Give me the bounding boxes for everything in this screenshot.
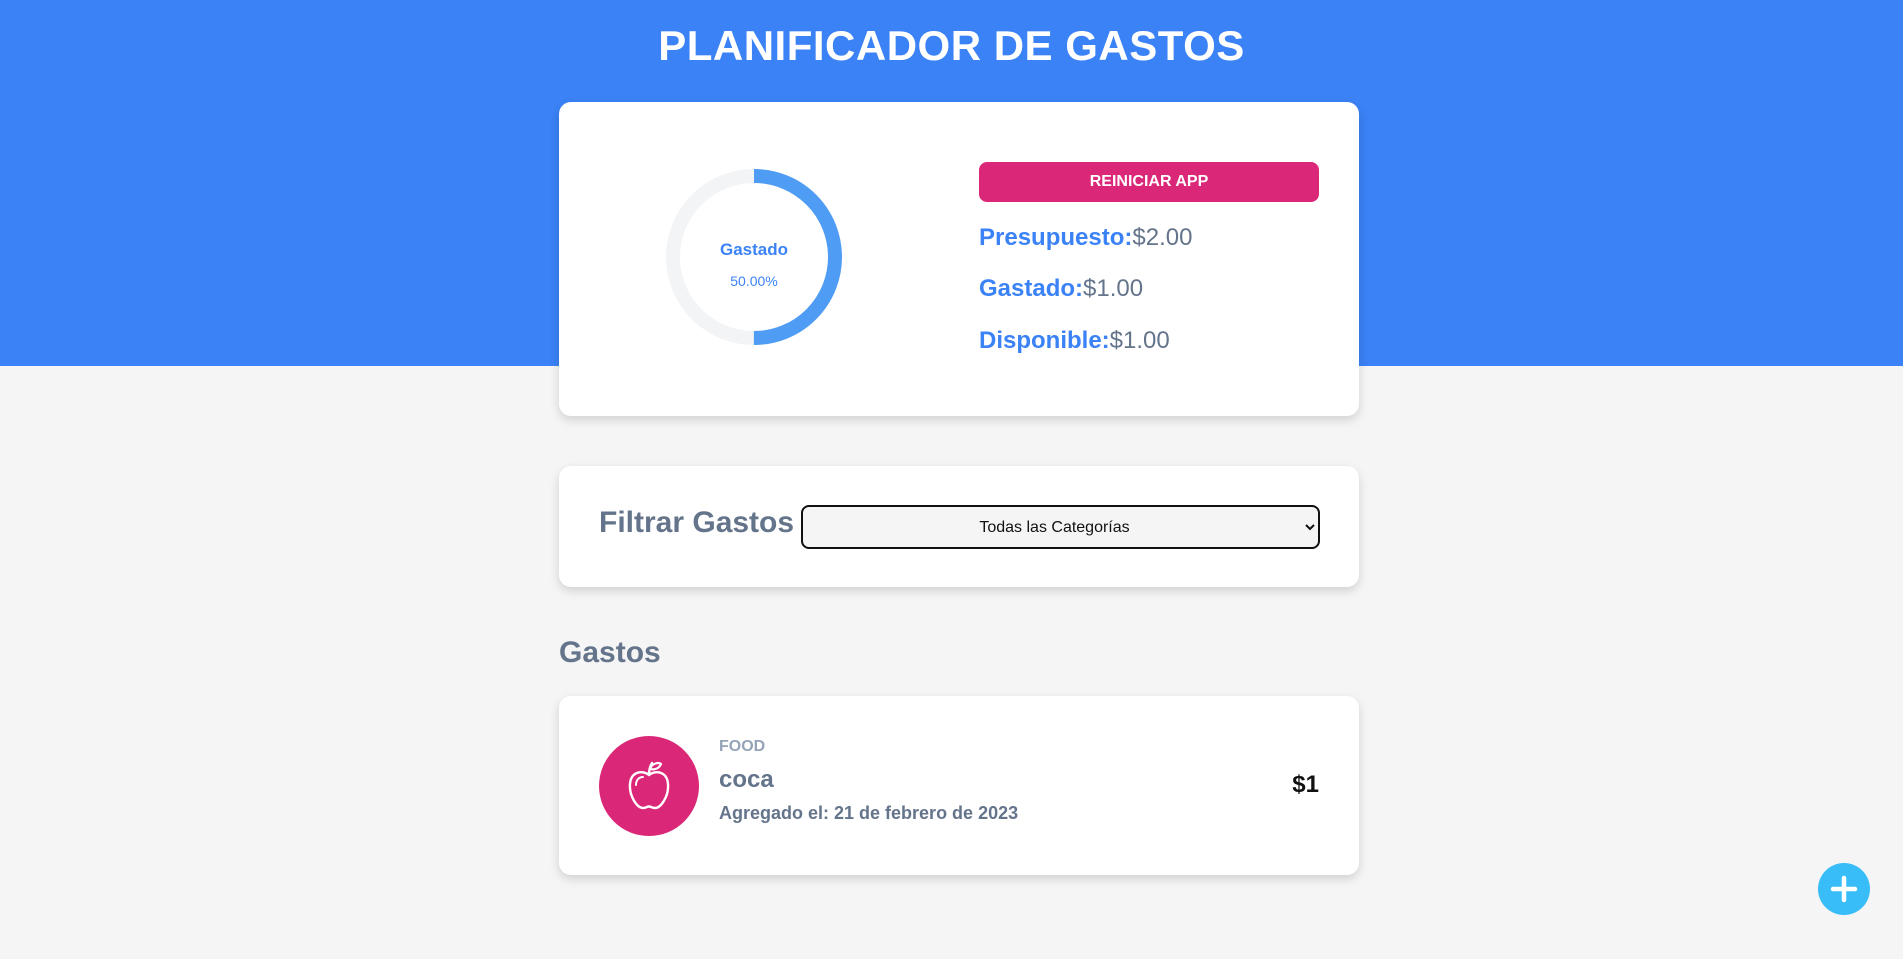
filter-card: Filtrar Gastos Todas las Categorías: [559, 466, 1359, 587]
app-title: PLANIFICADOR DE GASTOS: [658, 22, 1245, 69]
stat-budget: Presupuesto:$2.00: [979, 224, 1192, 252]
progress-percent: 50.00%: [730, 273, 778, 289]
expense-date: Agregado el: 21 de febrero de 2023: [719, 803, 1019, 823]
stat-available: Disponible:$1.00: [979, 327, 1170, 355]
apple-icon: [628, 761, 670, 810]
progress-donut: Gastado 50.00%: [664, 167, 844, 347]
reset-app-button[interactable]: REINICIAR APP: [979, 162, 1319, 202]
stat-spent: Gastado:$1.00: [979, 275, 1143, 303]
category-filter-select[interactable]: Todas las Categorías: [801, 505, 1320, 549]
stat-available-value: $1.00: [1109, 327, 1170, 354]
category-icon-circle: [599, 736, 699, 836]
expense-amount: $1: [1292, 771, 1319, 798]
stat-budget-value: $2.00: [1132, 224, 1193, 251]
expense-name: coca: [719, 766, 774, 793]
stat-spent-label: Gastado:: [979, 275, 1084, 302]
expense-item[interactable]: FOOD coca Agregado el: 21 de febrero de …: [559, 696, 1359, 875]
expenses-title: Gastos: [559, 636, 661, 669]
stat-budget-label: Presupuesto:: [979, 224, 1133, 251]
expense-category: FOOD: [719, 738, 766, 755]
progress-label: Gastado: [719, 240, 789, 259]
stat-spent-value: $1.00: [1083, 275, 1144, 302]
stat-available-label: Disponible:: [979, 327, 1110, 354]
filter-label: Filtrar Gastos: [599, 506, 795, 539]
budget-card: Gastado 50.00% REINICIAR APP Presupuesto…: [559, 102, 1359, 416]
add-expense-button[interactable]: [1818, 863, 1870, 915]
plus-icon: [1830, 875, 1858, 903]
